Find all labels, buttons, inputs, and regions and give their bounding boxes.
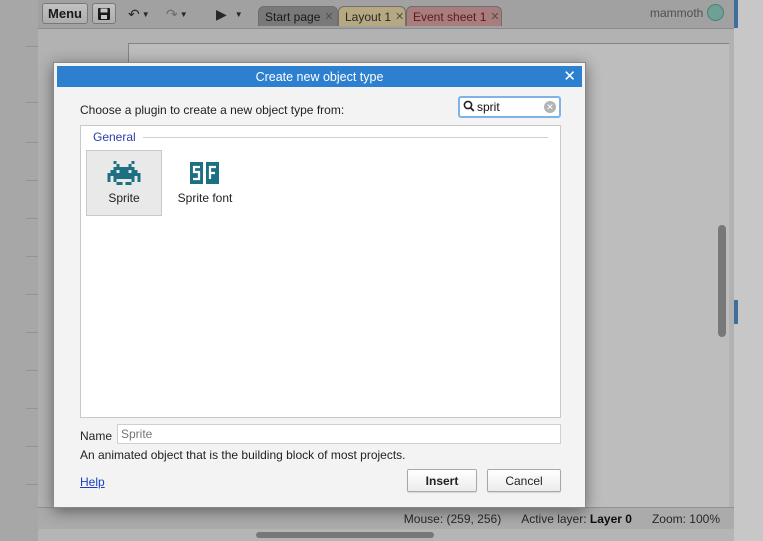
plugin-search[interactable]: ✕ [458,96,561,118]
help-link[interactable]: Help [80,475,105,489]
plugin-label: Sprite font [177,191,233,205]
dialog-titlebar[interactable]: Create new object type ✕ [57,66,582,87]
plugin-prompt: Choose a plugin to create a new object t… [80,103,345,117]
plugin-sprite[interactable]: Sprite [86,150,162,216]
group-label-general: General [93,130,136,144]
group-divider [143,137,548,138]
create-object-dialog: Create new object type ✕ Choose a plugin… [53,62,586,508]
cancel-button[interactable]: Cancel [487,469,561,492]
plugin-label: Sprite [108,191,140,205]
close-icon[interactable]: ✕ [563,67,576,85]
plugin-sprite-font[interactable]: Sprite font [167,150,243,216]
clear-search-icon[interactable]: ✕ [544,101,556,113]
object-name-field[interactable] [117,424,561,444]
plugin-list: General Sprite Sprite font [80,125,561,418]
sprite-font-icon [190,162,219,184]
name-label: Name [80,429,113,443]
insert-button[interactable]: Insert [407,469,477,492]
dialog-title: Create new object type [255,69,384,84]
plugin-description: An animated object that is the building … [80,448,406,462]
search-icon [463,99,477,115]
search-input[interactable] [477,99,545,115]
sprite-invader-icon [107,161,141,185]
